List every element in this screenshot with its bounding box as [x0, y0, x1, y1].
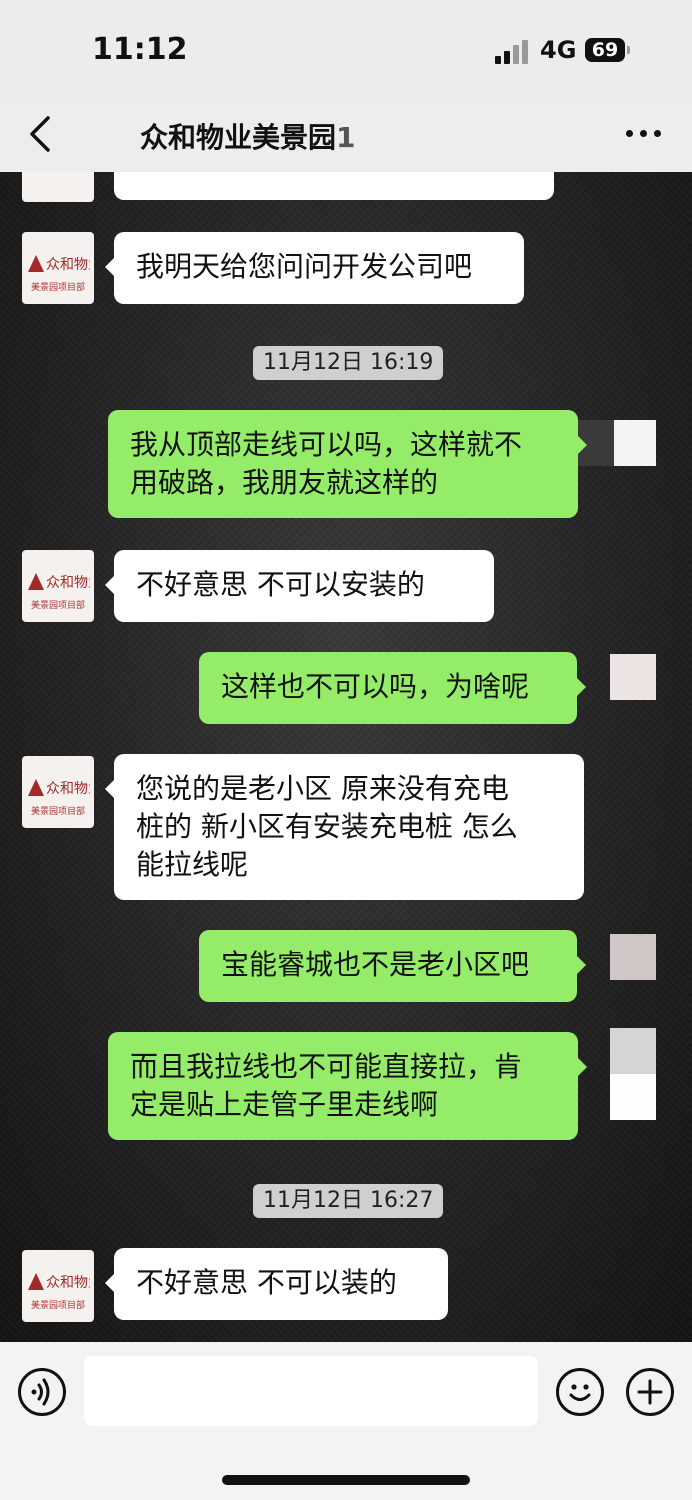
- more-dots-icon[interactable]: [624, 124, 664, 144]
- message-bubble-outgoing[interactable]: 宝能睿城也不是老小区吧: [199, 930, 586, 1002]
- message-bubble-outgoing[interactable]: 我从顶部走线可以吗，这样就不 用破路，我朋友就这样的: [108, 410, 587, 518]
- svg-text:众和物业: 众和物业: [46, 257, 90, 273]
- message-bubble-outgoing[interactable]: 这样也不可以吗，为啥呢: [199, 652, 586, 724]
- avatar[interactable]: 众和物业 美景园项目部: [22, 550, 94, 622]
- message-bubble-partial: [114, 172, 554, 200]
- blurred-avatar-mosaic: [568, 372, 670, 1252]
- svg-text:众和物业: 众和物业: [46, 781, 90, 797]
- avatar[interactable]: 众和物业 美景园项目部: [22, 756, 94, 828]
- battery-icon: 69: [585, 38, 630, 62]
- message-input[interactable]: [84, 1356, 538, 1426]
- message-bubble-incoming[interactable]: 不好意思 不可以安装的: [105, 550, 494, 622]
- chat-title: 众和物业美景园1: [140, 121, 356, 154]
- message-timestamp: 11月12日 16:27: [253, 1184, 444, 1218]
- emoji-icon[interactable]: [556, 1368, 604, 1416]
- message-bubble-incoming[interactable]: 不好意思 不可以装的: [105, 1248, 448, 1320]
- avatar[interactable]: 众和物业 美景园项目部: [22, 1250, 94, 1322]
- avatar[interactable]: 众和物业 美景园项目部: [22, 232, 94, 304]
- chat-header: 众和物业美景园1: [0, 100, 692, 172]
- avatar[interactable]: [22, 172, 94, 202]
- message-bubble-incoming[interactable]: 您说的是老小区 原来没有充电 桩的 新小区有安装充电桩 怎么 能拉线呢: [105, 754, 584, 900]
- status-bar: 11:12 4G 69: [0, 0, 692, 100]
- message-timestamp: 11月12日 16:19: [253, 346, 444, 380]
- blurred-phone-number: [355, 106, 605, 166]
- voice-icon[interactable]: [18, 1368, 66, 1416]
- svg-text:众和物业: 众和物业: [46, 575, 90, 591]
- status-time: 11:12: [92, 32, 188, 67]
- home-indicator: [222, 1475, 470, 1485]
- message-bubble-outgoing[interactable]: 而且我拉线也不可能直接拉，肯 定是贴上走管子里走线啊: [108, 1032, 587, 1140]
- svg-text:众和物业: 众和物业: [46, 1275, 90, 1291]
- message-list[interactable]: 众和物业 美景园项目部 我明天给您问问开发公司吧 11月12日 16:19 我从…: [0, 172, 692, 1342]
- signal-icon: [495, 38, 535, 64]
- network-type: 4G: [540, 36, 577, 64]
- chevron-left-icon[interactable]: [22, 112, 62, 156]
- plus-icon[interactable]: [626, 1368, 674, 1416]
- message-bubble-incoming[interactable]: 我明天给您问问开发公司吧: [105, 232, 524, 304]
